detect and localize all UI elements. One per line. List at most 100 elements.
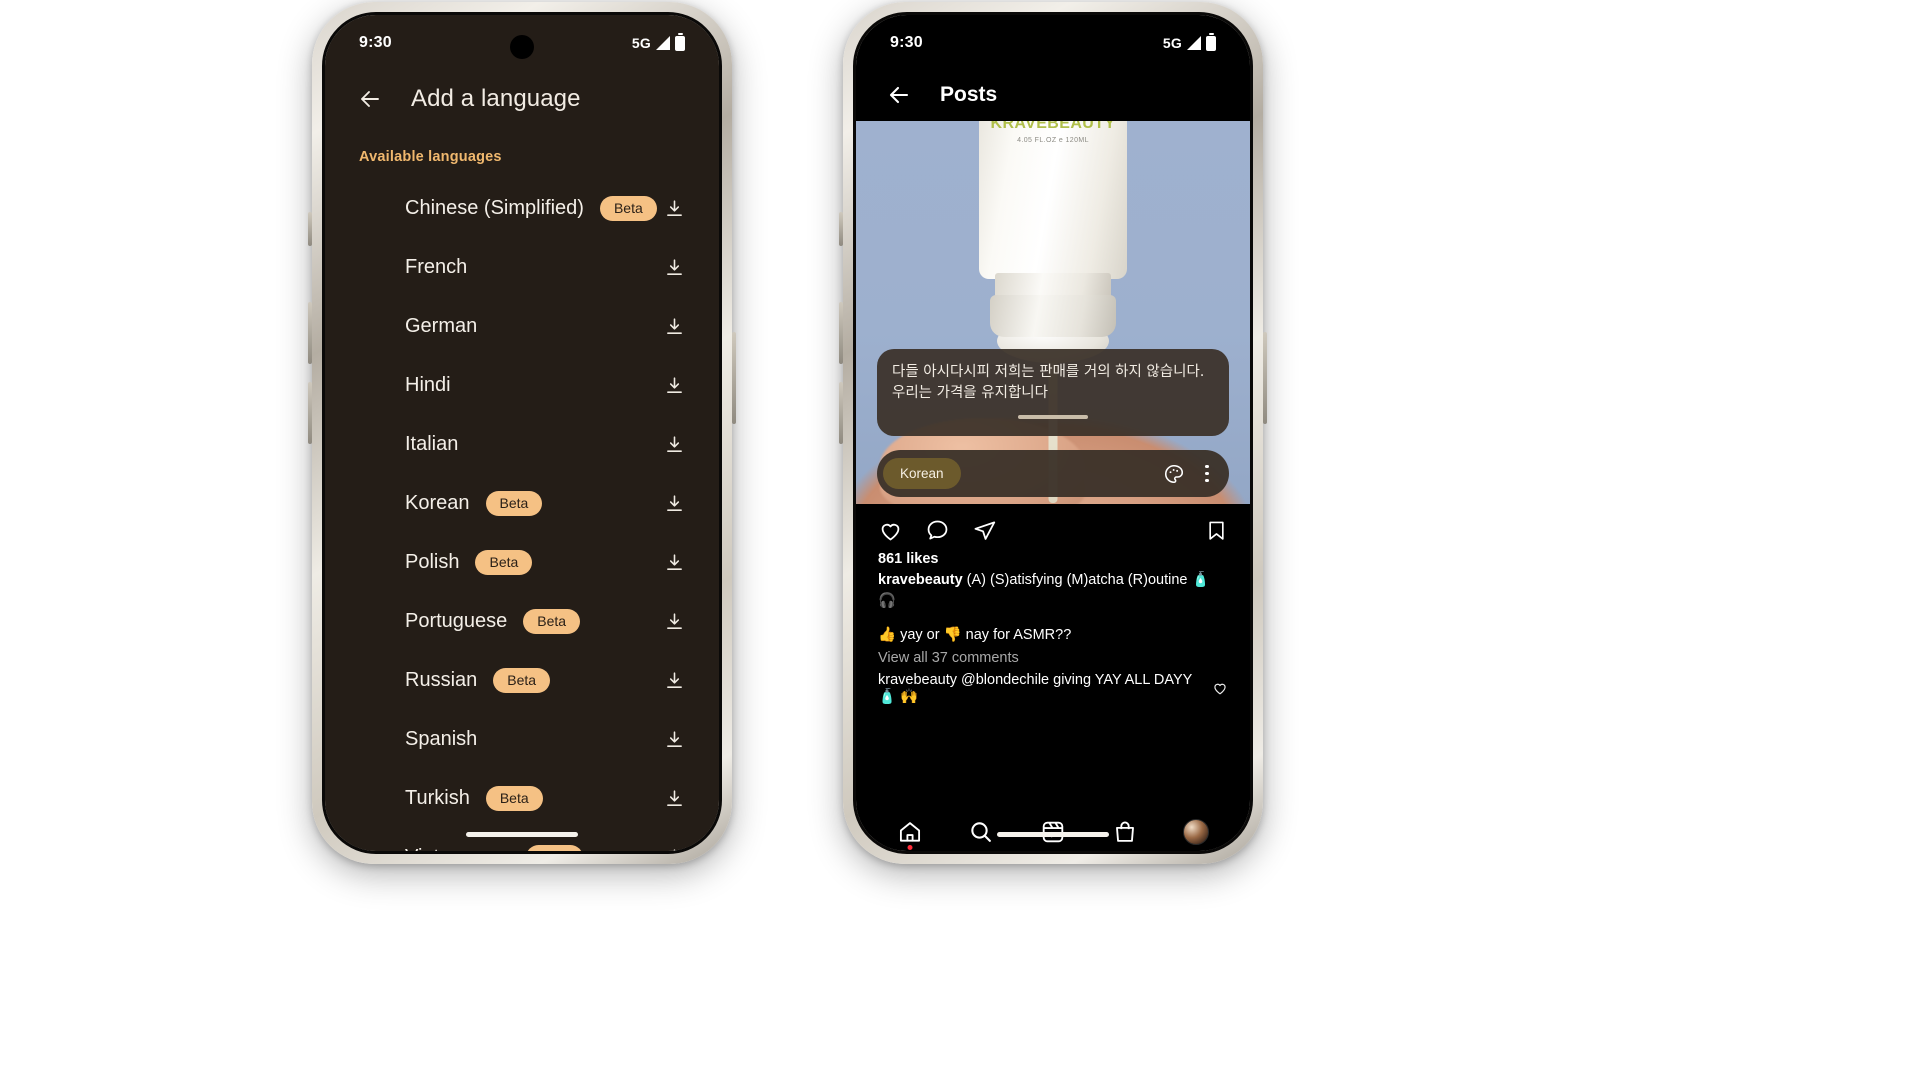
post-caption-line-2: 👍 yay or 👎 nay for ASMR?? bbox=[878, 626, 1072, 643]
phone-left-power-button[interactable] bbox=[732, 332, 736, 424]
shopping-bag-icon[interactable] bbox=[1112, 819, 1138, 845]
download-language-button[interactable] bbox=[664, 375, 685, 396]
home-indicator-right[interactable] bbox=[997, 832, 1109, 837]
download-language-button[interactable] bbox=[664, 198, 685, 219]
profile-avatar[interactable] bbox=[1183, 819, 1210, 845]
download-language-button[interactable] bbox=[664, 670, 685, 691]
download-language-button[interactable] bbox=[664, 729, 685, 750]
phone-right-volume-down[interactable] bbox=[839, 382, 843, 444]
home-icon[interactable] bbox=[897, 819, 923, 845]
phone-right-power-button[interactable] bbox=[1263, 332, 1267, 424]
language-row[interactable]: French bbox=[325, 238, 719, 297]
download-icon[interactable] bbox=[664, 198, 685, 219]
phone-right-silent-switch[interactable] bbox=[839, 212, 843, 246]
language-name: Spanish bbox=[405, 728, 478, 750]
app-bar-left: Add a language bbox=[325, 71, 719, 129]
home-notification-dot bbox=[907, 845, 913, 850]
download-icon[interactable] bbox=[664, 670, 685, 691]
signal-triangle-icon bbox=[656, 36, 670, 50]
status-indicators: 5G bbox=[632, 33, 685, 51]
back-arrow-icon[interactable] bbox=[884, 83, 914, 107]
three-dot-menu-icon[interactable] bbox=[1205, 464, 1209, 483]
app-bar-right: Posts bbox=[856, 71, 1250, 121]
language-name: Vietnamese bbox=[405, 846, 510, 851]
comment-username[interactable]: kravebeauty bbox=[878, 672, 957, 688]
download-language-button[interactable] bbox=[664, 611, 685, 632]
language-name: French bbox=[405, 256, 468, 278]
language-row[interactable]: Russian Beta bbox=[325, 651, 719, 710]
phone-right: 9:30 5G Posts KRAVEBEAUTY 4.05 FL.OZ e 1… bbox=[839, 2, 1267, 864]
download-language-button[interactable] bbox=[664, 493, 685, 514]
nav-item-profile[interactable] bbox=[1183, 819, 1210, 845]
language-row[interactable]: Korean Beta bbox=[325, 474, 719, 533]
language-list[interactable]: Chinese (Simplified) Beta French German Hind… bbox=[325, 165, 719, 851]
beta-badge: Beta bbox=[475, 550, 533, 575]
nav-item-shop[interactable] bbox=[1112, 819, 1138, 845]
section-header-available-languages: Available languages bbox=[359, 149, 502, 165]
language-row[interactable]: Portuguese Beta bbox=[325, 592, 719, 651]
translated-caption-bubble[interactable]: 다들 아시다시피 저희는 판매를 거의 하지 않습니다. 우리는 가격을 유지합… bbox=[877, 349, 1229, 437]
language-row[interactable]: Polish Beta bbox=[325, 533, 719, 592]
post-caption: kravebeauty (A) (S)atisfying (M)atcha (R… bbox=[878, 570, 1228, 613]
share-paper-plane-icon[interactable] bbox=[972, 518, 997, 543]
status-indicators: 5G bbox=[1162, 33, 1216, 51]
signal-triangle-icon bbox=[1187, 36, 1201, 50]
comment-text-wrap: kravebeauty @blondechile giving YAY ALL … bbox=[878, 672, 1212, 705]
download-icon[interactable] bbox=[664, 847, 685, 851]
caption-drag-handle[interactable] bbox=[1018, 415, 1088, 420]
language-chip-korean[interactable]: Korean bbox=[883, 458, 961, 489]
download-icon[interactable] bbox=[664, 552, 685, 573]
download-icon[interactable] bbox=[664, 788, 685, 809]
phone-left-silent-switch[interactable] bbox=[308, 212, 312, 246]
download-language-button[interactable] bbox=[664, 316, 685, 337]
home-indicator-left[interactable] bbox=[466, 832, 578, 837]
language-row[interactable]: Spanish bbox=[325, 710, 719, 769]
download-language-button[interactable] bbox=[664, 257, 685, 278]
back-arrow-icon[interactable] bbox=[355, 87, 385, 111]
language-name: Korean bbox=[405, 492, 470, 514]
comment-bubble-icon[interactable] bbox=[925, 518, 950, 543]
search-icon[interactable] bbox=[968, 819, 994, 845]
status-time: 9:30 bbox=[890, 34, 923, 51]
phone-left-volume-down[interactable] bbox=[308, 382, 312, 444]
download-icon[interactable] bbox=[664, 611, 685, 632]
download-icon[interactable] bbox=[664, 434, 685, 455]
phone-right-volume-up[interactable] bbox=[839, 302, 843, 364]
download-icon[interactable] bbox=[664, 316, 685, 337]
download-language-button[interactable] bbox=[664, 847, 685, 851]
download-icon[interactable] bbox=[664, 257, 685, 278]
nav-item-search[interactable] bbox=[968, 819, 994, 845]
bookmark-icon[interactable] bbox=[1205, 518, 1228, 543]
download-language-button[interactable] bbox=[664, 552, 685, 573]
phone-left-volume-up[interactable] bbox=[308, 302, 312, 364]
post-media[interactable]: KRAVEBEAUTY 4.05 FL.OZ e 120ML 다들 아시다시피 … bbox=[856, 121, 1250, 504]
view-all-comments-link[interactable]: View all 37 comments bbox=[878, 648, 1228, 669]
add-language-screen: 9:30 5G Add a language Available languag… bbox=[325, 15, 719, 851]
like-count[interactable]: 861 likes bbox=[878, 551, 1228, 567]
download-icon[interactable] bbox=[664, 375, 685, 396]
comment-like-heart-icon[interactable] bbox=[1212, 680, 1228, 696]
front-camera-punch-hole bbox=[510, 35, 534, 59]
language-name: Hindi bbox=[405, 374, 451, 396]
download-icon[interactable] bbox=[664, 493, 685, 514]
language-row[interactable]: German bbox=[325, 297, 719, 356]
language-name: Chinese (Simplified) bbox=[405, 197, 584, 219]
nav-item-home[interactable] bbox=[897, 819, 923, 850]
language-row[interactable]: Italian bbox=[325, 415, 719, 474]
download-language-button[interactable] bbox=[664, 788, 685, 809]
download-icon[interactable] bbox=[664, 729, 685, 750]
battery-icon bbox=[675, 33, 685, 51]
caption-username[interactable]: kravebeauty bbox=[878, 572, 963, 588]
network-type-label: 5G bbox=[1162, 35, 1182, 51]
palette-icon[interactable] bbox=[1163, 463, 1185, 485]
language-name: Portuguese bbox=[405, 610, 508, 632]
translated-caption-text: 다들 아시다시피 저희는 판매를 거의 하지 않습니다. 우리는 가격을 유지합… bbox=[892, 364, 1205, 402]
language-row[interactable]: Turkish Beta bbox=[325, 769, 719, 828]
bottle-volume-text: 4.05 FL.OZ e 120ML bbox=[1017, 137, 1089, 144]
language-row[interactable]: Hindi bbox=[325, 356, 719, 415]
language-row[interactable]: Chinese (Simplified) Beta bbox=[325, 179, 719, 238]
download-language-button[interactable] bbox=[664, 434, 685, 455]
language-name: Polish bbox=[405, 551, 460, 573]
language-name: German bbox=[405, 315, 478, 337]
heart-icon[interactable] bbox=[878, 518, 903, 543]
